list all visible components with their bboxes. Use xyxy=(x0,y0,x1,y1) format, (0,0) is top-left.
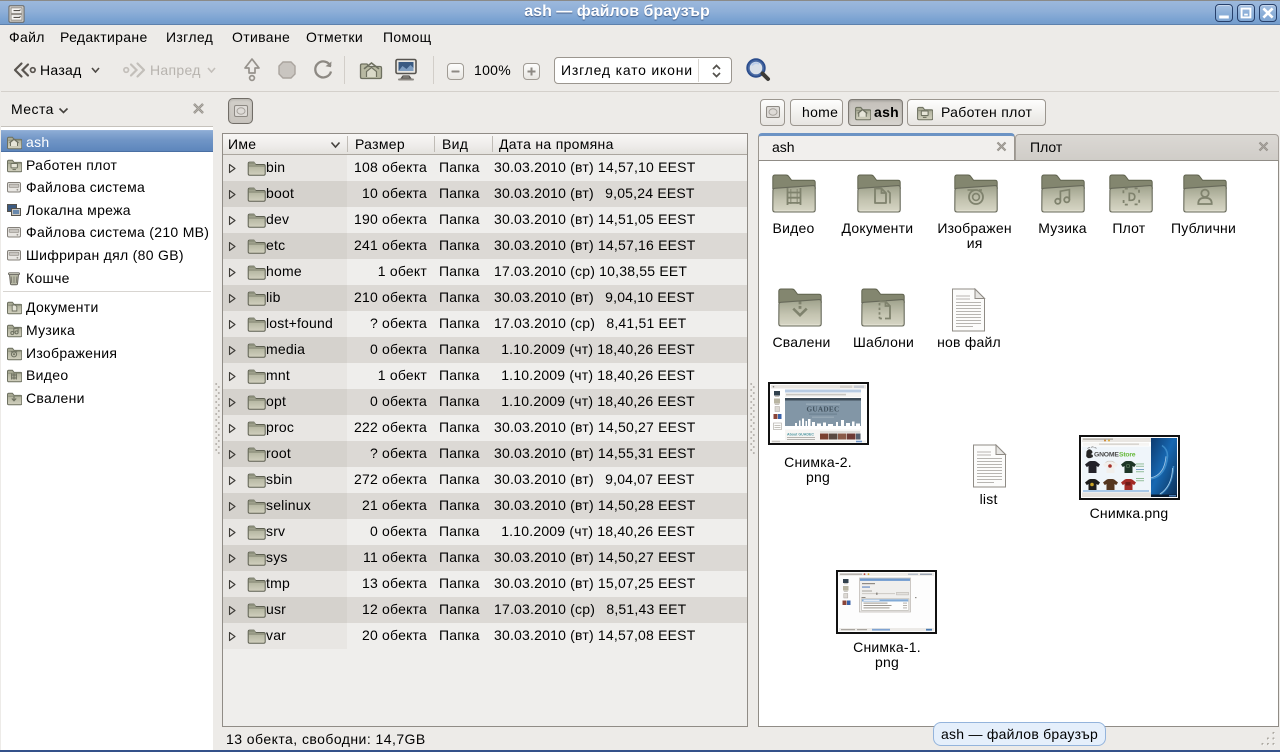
svg-text:GNOME: GNOME xyxy=(1094,452,1119,459)
svg-text:GUADEC: GUADEC xyxy=(807,406,840,414)
svg-text:Store: Store xyxy=(1119,452,1136,459)
svg-text:About GUADEC: About GUADEC xyxy=(787,433,814,437)
